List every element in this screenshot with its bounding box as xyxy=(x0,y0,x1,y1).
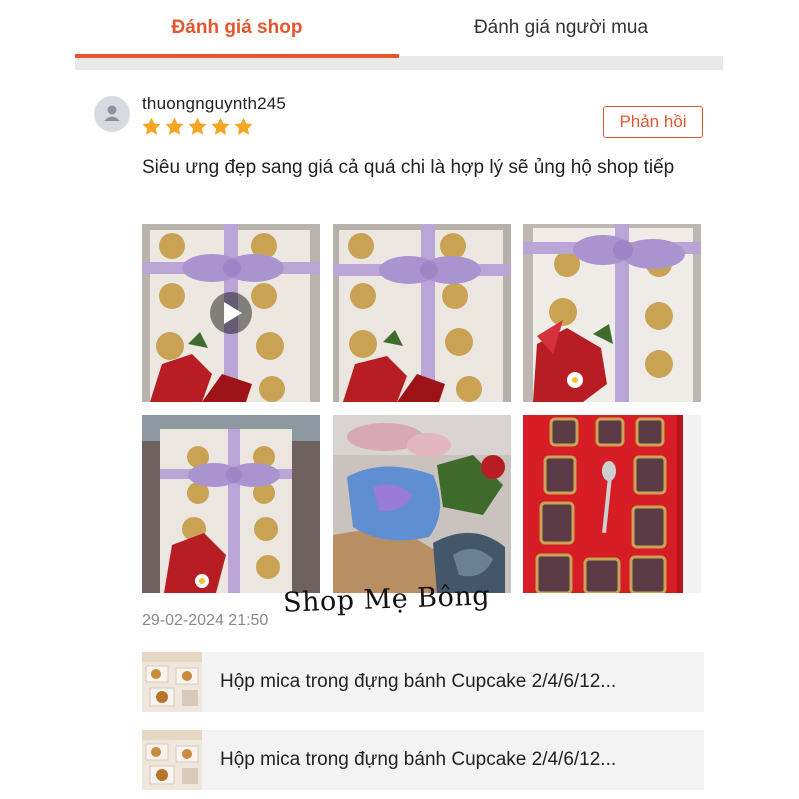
product-thumbnail xyxy=(142,730,202,790)
product-thumbnail xyxy=(142,652,202,712)
tab-buyer-reviews[interactable]: Đánh giá người mua xyxy=(399,0,723,56)
user-icon xyxy=(104,105,120,121)
rating-stars xyxy=(141,116,254,137)
review-photo[interactable] xyxy=(142,415,320,593)
tab-shop-reviews[interactable]: Đánh giá shop xyxy=(75,0,399,56)
review-photo[interactable] xyxy=(333,224,511,402)
product-name: Hộp mica trong đựng bánh Cupcake 2/4/6/1… xyxy=(220,749,617,770)
purchased-product-item[interactable]: Hộp mica trong đựng bánh Cupcake 2/4/6/1… xyxy=(142,730,704,790)
package-photo xyxy=(333,415,511,593)
review-photo[interactable] xyxy=(523,415,701,593)
star-icon xyxy=(211,117,230,135)
reviewer-username: thuongnguynth245 xyxy=(142,94,287,113)
star-icon xyxy=(165,117,184,135)
cupcake-box-thumbnail xyxy=(142,730,202,790)
product-name: Hộp mica trong đựng bánh Cupcake 2/4/6/1… xyxy=(220,671,617,692)
review-text: Siêu ưng đẹp sang giá cả quá chi là hợp … xyxy=(142,157,675,178)
avatar[interactable] xyxy=(94,96,130,132)
star-icon xyxy=(188,117,207,135)
gift-box-photo xyxy=(142,415,320,593)
star-icon xyxy=(142,117,161,135)
review-timestamp: 29-02-2024 21:50 xyxy=(142,612,269,629)
review-tabs: Đánh giá shop Đánh giá người mua xyxy=(75,0,723,56)
cupcake-box-thumbnail xyxy=(142,652,202,712)
gift-box-photo xyxy=(142,224,320,402)
jars-box-photo xyxy=(523,415,701,593)
gift-box-photo xyxy=(523,224,701,402)
reply-button[interactable]: Phản hồi xyxy=(603,106,703,138)
section-divider-right xyxy=(399,56,723,70)
star-icon xyxy=(234,117,253,135)
section-divider xyxy=(75,58,399,70)
review-video-thumbnail[interactable] xyxy=(142,224,320,402)
gift-box-photo xyxy=(333,224,511,402)
review-photo[interactable] xyxy=(333,415,511,593)
review-photo[interactable] xyxy=(523,224,701,402)
shop-watermark: Shop Mẹ Bông xyxy=(282,580,491,619)
purchased-product-item[interactable]: Hộp mica trong đựng bánh Cupcake 2/4/6/1… xyxy=(142,652,704,712)
